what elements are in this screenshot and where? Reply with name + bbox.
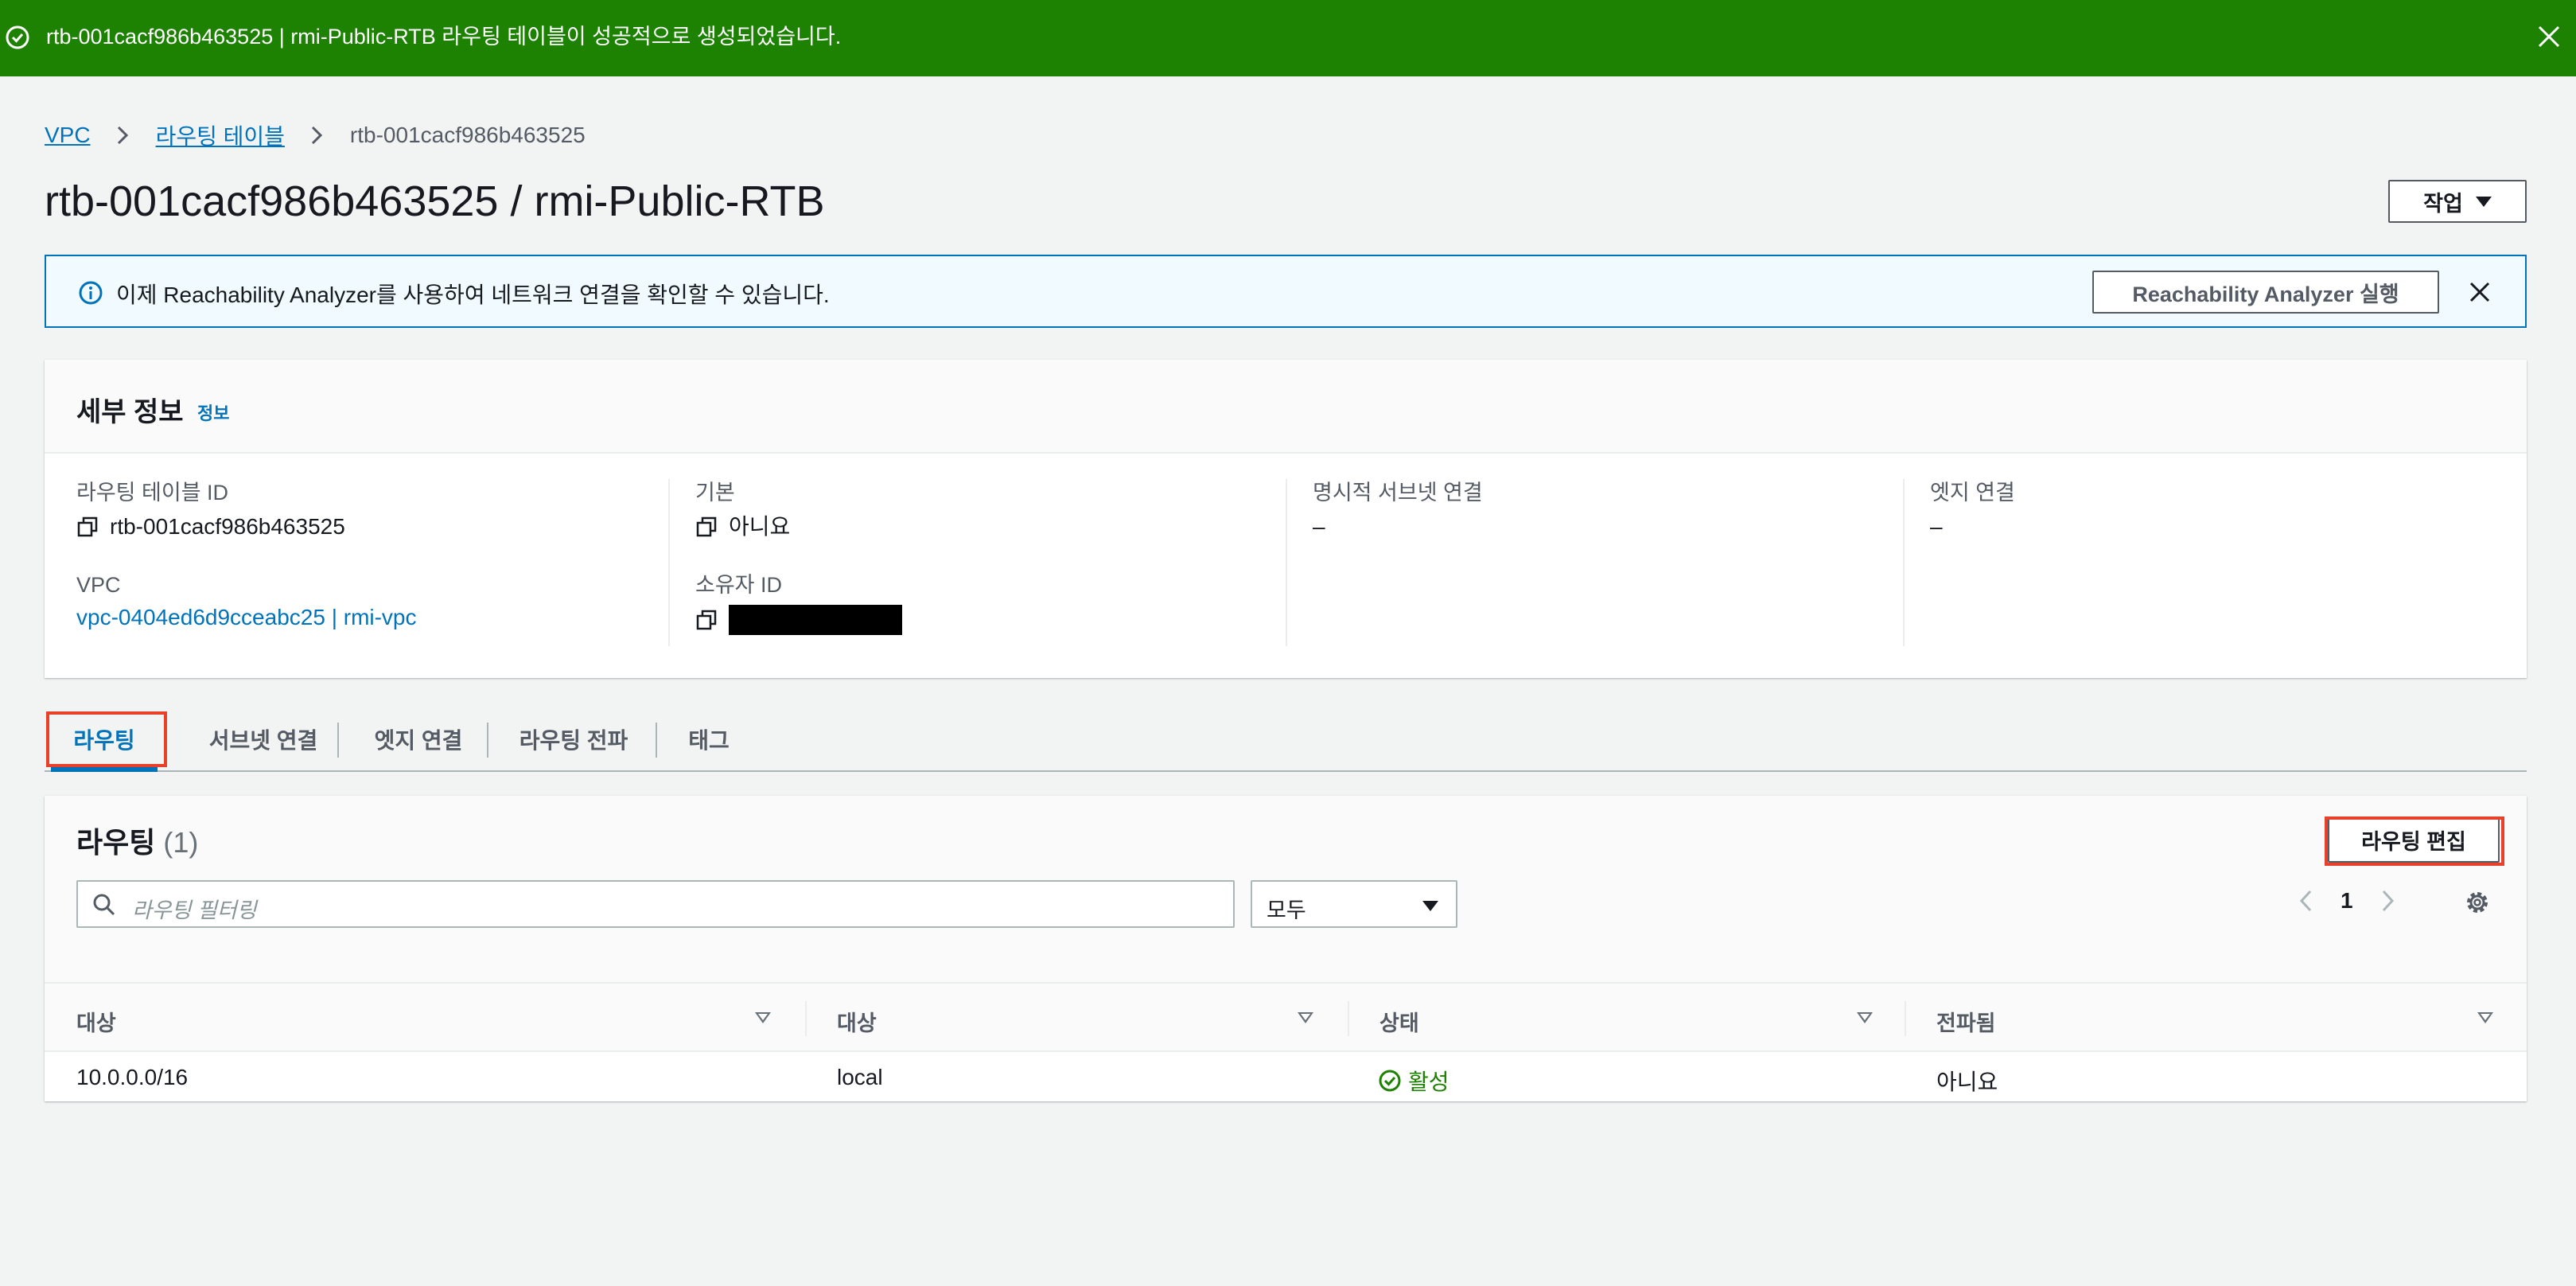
chevron-right-icon [117,126,128,145]
routes-table-header: 대상 대상 상태 전파됨 [45,984,2527,1052]
breadcrumb-route-tables-link[interactable]: 라우팅 테이블 [156,119,285,151]
info-banner: 이제 Reachability Analyzer를 사용하여 네트워크 연결을 … [45,255,2527,328]
chevron-right-icon [311,126,323,145]
column-header-target[interactable]: 대상 [837,1006,877,1037]
caret-down-icon [1422,901,1438,911]
breadcrumb-current: rtb-001cacf986b463525 [349,123,586,147]
info-banner-text: 이제 Reachability Analyzer를 사용하여 네트워크 연결을 … [116,283,830,307]
route-target: local [837,1065,883,1089]
column-divider [1348,1001,1349,1036]
success-check-icon [6,25,29,49]
tab-edge-associations[interactable]: 엣지 연결 [347,708,490,770]
tab-divider [487,723,488,758]
breadcrumb: VPC 라우팅 테이블 rtb-001cacf986b463525 [45,119,586,151]
success-flashbar: rtb-001cacf986b463525 | rmi-Public-RTB 라… [0,0,2576,76]
column-header-destination[interactable]: 대상 [76,1006,116,1037]
routes-panel: 라우팅 (1) 라우팅 편집 라우팅 필터링 모두 1 대상 대상 상태 전파됨 [45,796,2527,1101]
route-filter-select-value: 모두 [1267,898,1306,922]
tab-tags[interactable]: 태그 [661,708,757,770]
tab-divider [337,723,339,758]
sort-icon[interactable] [755,1012,771,1023]
actions-button[interactable]: 작업 [2388,180,2527,223]
explicit-subnet-value: – [1313,514,1325,539]
main-label: 기본 [695,481,735,505]
route-destination: 10.0.0.0/16 [76,1065,189,1089]
column-header-status[interactable]: 상태 [1379,1006,1419,1037]
info-icon [79,281,103,305]
route-propagated: 아니요 [1936,1070,1998,1094]
current-page[interactable]: 1 [2341,888,2353,914]
details-info-link[interactable]: 정보 [197,399,229,425]
search-icon [93,894,115,916]
routes-heading-label: 라우팅 [76,826,156,859]
flash-message: rtb-001cacf986b463525 | rmi-Public-RTB 라… [46,25,842,49]
route-filter-input[interactable]: 라우팅 필터링 [76,880,1235,928]
routes-heading: 라우팅 (1) [76,820,198,861]
table-row: 10.0.0.0/16 local 활성 아니요 [45,1052,2527,1100]
column-divider [1905,1001,1906,1036]
chevron-right-icon[interactable] [2380,888,2396,914]
edge-association-value: – [1930,514,1943,539]
breadcrumb-vpc-link[interactable]: VPC [45,123,91,148]
vpc-label: VPC [76,573,121,597]
column-header-propagated[interactable]: 전파됨 [1936,1006,1996,1037]
column-divider [805,1001,807,1036]
explicit-subnet-label: 명시적 서브넷 연결 [1313,481,1483,505]
highlight-box [46,711,167,767]
actions-button-label: 작업 [2423,191,2463,216]
route-table-id-value: rtb-001cacf986b463525 [110,514,345,539]
copy-icon[interactable] [76,516,99,538]
status-active-icon [1379,1070,1401,1092]
route-status-label: 활성 [1408,1070,1449,1094]
copy-icon[interactable] [695,516,718,538]
tab-divider [656,723,657,758]
tab-bar: 라우팅 서브넷 연결 엣지 연결 라우팅 전파 태그 [45,708,2527,772]
main-value: 아니요 [729,514,791,539]
route-status: 활성 [1378,1065,1449,1097]
route-filter-select[interactable]: 모두 [1251,880,1457,928]
sort-icon[interactable] [2477,1012,2493,1023]
gear-icon[interactable] [2463,888,2492,917]
route-table-id-label: 라우팅 테이블 ID [76,481,229,505]
caret-down-icon [2475,196,2492,207]
run-reachability-analyzer-button[interactable]: Reachability Analyzer 실행 [2092,271,2439,314]
vpc-link[interactable]: vpc-0404ed6d9cceabc25 | rmi-vpc [76,605,665,630]
chevron-left-icon[interactable] [2298,888,2313,914]
close-icon[interactable] [2466,279,2493,306]
highlight-box [2325,816,2504,866]
tab-route-propagation[interactable]: 라우팅 전파 [490,708,657,770]
sort-icon[interactable] [1298,1012,1313,1023]
owner-id-redacted [729,605,902,635]
page-title: rtb-001cacf986b463525 / rmi-Public-RTB [45,177,825,225]
details-heading: 세부 정보 [76,397,184,427]
owner-id-label: 소유자 ID [695,573,783,597]
tab-subnet-associations[interactable]: 서브넷 연결 [180,708,347,770]
close-icon[interactable] [2535,22,2563,51]
routes-count: (1) [163,826,199,859]
copy-icon[interactable] [695,609,718,631]
pagination: 1 [2298,888,2396,914]
route-filter-placeholder: 라우팅 필터링 [132,898,257,922]
details-panel: 세부 정보 정보 라우팅 테이블 ID rtb-001cacf986b46352… [45,360,2527,678]
edge-association-label: 엣지 연결 [1930,481,2015,505]
sort-icon[interactable] [1857,1012,1873,1023]
